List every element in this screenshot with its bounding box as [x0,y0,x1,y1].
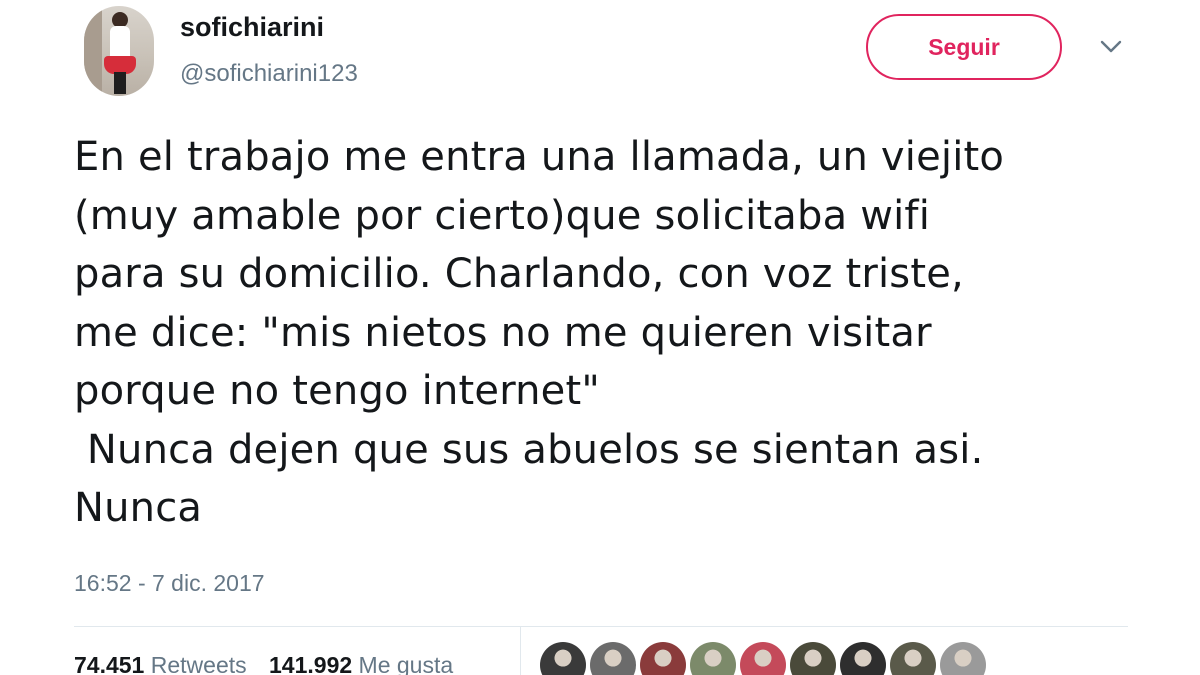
liker-avatar-6[interactable] [790,642,836,675]
retweets-count[interactable]: 74.451 [74,652,144,675]
likes-count[interactable]: 141.992 [269,652,352,675]
follow-button[interactable]: Seguir [866,14,1062,80]
liker-avatar-4[interactable] [690,642,736,675]
tweet-stats: 74.451 Retweets 141.992 Me gusta [74,652,469,675]
display-name[interactable]: sofichiarini [180,12,324,43]
liker-avatar-5[interactable] [740,642,786,675]
liker-avatar-2[interactable] [590,642,636,675]
tweet-timestamp[interactable]: 16:52 - 7 dic. 2017 [74,570,265,597]
retweets-label[interactable]: Retweets [151,652,247,675]
avatar[interactable] [84,6,154,96]
liker-avatar-9[interactable] [940,642,986,675]
tweet-text: En el trabajo me entra una llamada, un v… [74,134,1005,531]
stats-divider [520,627,521,675]
user-handle[interactable]: @sofichiarini123 [180,60,358,88]
tweet-card: sofichiarini @sofichiarini123 Seguir En … [0,0,1200,675]
chevron-down-icon[interactable] [1100,40,1122,54]
avatar-figure-legs [114,72,126,94]
likes-label[interactable]: Me gusta [359,652,454,675]
avatar-background [84,6,102,96]
liker-avatar-3[interactable] [640,642,686,675]
liker-avatar-8[interactable] [890,642,936,675]
avatar-figure-body [110,26,130,60]
liker-avatar-7[interactable] [840,642,886,675]
liker-avatars [540,642,986,675]
liker-avatar-1[interactable] [540,642,586,675]
divider [74,626,1128,627]
